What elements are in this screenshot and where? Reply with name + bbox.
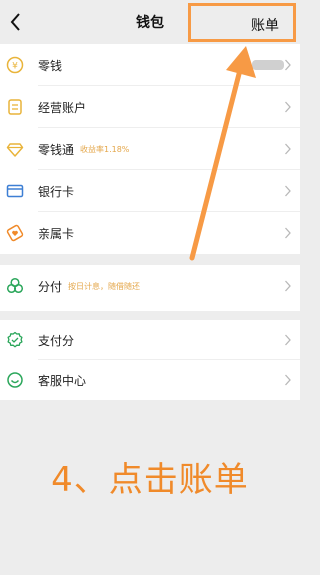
diamond-icon <box>6 143 24 157</box>
family-card-item[interactable]: 亲属卡 <box>0 212 300 254</box>
clover-icon <box>6 277 24 294</box>
ledger-icon <box>8 99 22 115</box>
licaitong-label: 零钱通 <box>38 143 75 157</box>
business-account-label: 经营账户 <box>38 101 87 115</box>
bill-button[interactable]: 账单 <box>188 3 296 42</box>
chevron-right-icon <box>285 101 291 113</box>
pay-score-item[interactable]: 支付分 <box>0 320 300 360</box>
customer-service-label: 客服中心 <box>38 374 87 388</box>
business-account-item[interactable]: 经营账户 <box>0 86 300 128</box>
chevron-right-icon <box>285 334 291 346</box>
licaitong-item[interactable]: 零钱通 收益率1.18% <box>0 128 300 170</box>
chevron-right-icon <box>285 143 291 155</box>
pay-score-label: 支付分 <box>38 334 75 348</box>
change-label: 零钱 <box>38 59 63 73</box>
heart-card-icon <box>6 224 24 242</box>
chevron-right-icon <box>285 59 291 71</box>
coin-icon: ¥ <box>6 56 24 74</box>
score-badge-icon <box>7 331 23 348</box>
currency-symbol: ¥ <box>243 58 250 71</box>
svg-text:¥: ¥ <box>12 62 18 72</box>
bank-card-label: 银行卡 <box>38 185 75 199</box>
headset-icon <box>7 372 23 388</box>
chevron-right-icon <box>285 227 291 239</box>
change-item[interactable]: ¥ 零钱 ¥ <box>0 44 300 86</box>
fenfu-section: 分付 按日计息，随借随还 <box>0 265 300 311</box>
fenfu-tag: 按日计息，随借随还 <box>68 282 140 291</box>
bank-card-item[interactable]: 银行卡 <box>0 170 300 212</box>
chevron-right-icon <box>285 374 291 386</box>
bill-label: 账单 <box>251 18 279 34</box>
instruction-caption: 4、点击账单 <box>51 460 249 500</box>
card-icon <box>6 184 24 198</box>
chevron-right-icon <box>285 280 291 292</box>
chevron-right-icon <box>285 185 291 197</box>
yield-tag: 收益率1.18% <box>80 145 130 154</box>
fenfu-item[interactable]: 分付 按日计息，随借随还 <box>0 265 300 307</box>
wallet-section: ¥ 零钱 ¥ 经营账户 零钱通 收益率1.18% 银行卡 亲属卡 <box>0 44 300 254</box>
customer-service-item[interactable]: 客服中心 <box>0 360 300 400</box>
family-card-label: 亲属卡 <box>38 227 75 241</box>
change-balance: ¥ <box>243 58 284 71</box>
fenfu-label: 分付 <box>38 280 63 294</box>
header-bar: 钱包 账单 <box>0 0 300 44</box>
balance-blurred <box>252 60 284 70</box>
services-section: 支付分 客服中心 <box>0 320 300 400</box>
